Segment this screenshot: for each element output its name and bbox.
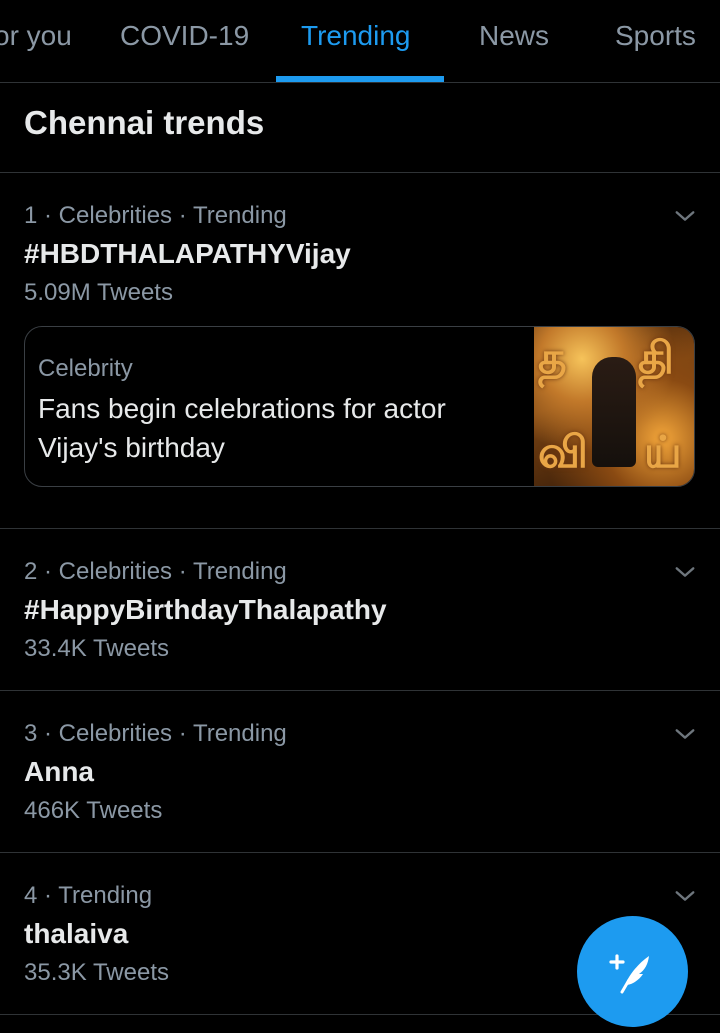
trend-meta: 2 · Celebrities · Trending bbox=[24, 558, 287, 585]
chevron-down-icon[interactable] bbox=[674, 561, 696, 583]
trend-name: #HBDTHALAPATHYVijay bbox=[24, 238, 351, 269]
trend-item-3[interactable]: 3 · Celebrities · Trending Anna 466K Twe… bbox=[0, 690, 720, 852]
trend-tweet-count: 5.09M Tweets bbox=[24, 279, 173, 306]
chevron-down-icon[interactable] bbox=[674, 723, 696, 745]
compose-tweet-icon bbox=[609, 954, 649, 994]
trend-item-2[interactable]: 2 · Celebrities · Trending #HappyBirthda… bbox=[0, 528, 720, 690]
trend-meta: 3 · Celebrities · Trending bbox=[24, 720, 287, 747]
trend-tweet-count: 35.3K Tweets bbox=[24, 959, 169, 986]
tab-trending[interactable]: Trending bbox=[301, 0, 410, 74]
card-thumbnail: த தி வி ய் bbox=[534, 327, 694, 486]
thumbnail-poster-text: த bbox=[538, 333, 567, 384]
trend-name: Anna bbox=[24, 756, 94, 787]
active-tab-indicator bbox=[276, 76, 444, 82]
trend-meta: 4 · Trending bbox=[24, 882, 153, 909]
card-headline: Fans begin celebrations for actor Vijay'… bbox=[38, 393, 446, 463]
trend-meta: 1 · Celebrities · Trending bbox=[24, 202, 287, 229]
trend-tweet-count: 33.4K Tweets bbox=[24, 635, 169, 662]
trend-name: thalaiva bbox=[24, 918, 129, 949]
trend-tweet-count: 466K Tweets bbox=[24, 797, 163, 824]
chevron-down-icon[interactable] bbox=[674, 205, 696, 227]
tab-covid-19[interactable]: COVID-19 bbox=[120, 0, 249, 74]
card-category: Celebrity bbox=[38, 355, 133, 382]
section-title: Chennai trends bbox=[24, 104, 265, 141]
explore-tab-bar: or you COVID-19 Trending News Sports bbox=[0, 0, 720, 83]
tab-sports[interactable]: Sports bbox=[615, 0, 696, 74]
tab-for-you[interactable]: or you bbox=[0, 0, 72, 74]
trend-name: #HappyBirthdayThalapathy bbox=[24, 594, 387, 625]
thumbnail-poster-text: வி bbox=[538, 427, 589, 478]
thumbnail-person bbox=[592, 357, 636, 467]
trend-news-card[interactable]: Celebrity Fans begin celebrations for ac… bbox=[24, 326, 695, 487]
thumbnail-poster-text: தி bbox=[638, 333, 675, 384]
thumbnail-poster-text: ய் bbox=[644, 427, 682, 478]
compose-tweet-button[interactable] bbox=[577, 916, 688, 1027]
tab-news[interactable]: News bbox=[479, 0, 549, 74]
chevron-down-icon[interactable] bbox=[674, 885, 696, 907]
